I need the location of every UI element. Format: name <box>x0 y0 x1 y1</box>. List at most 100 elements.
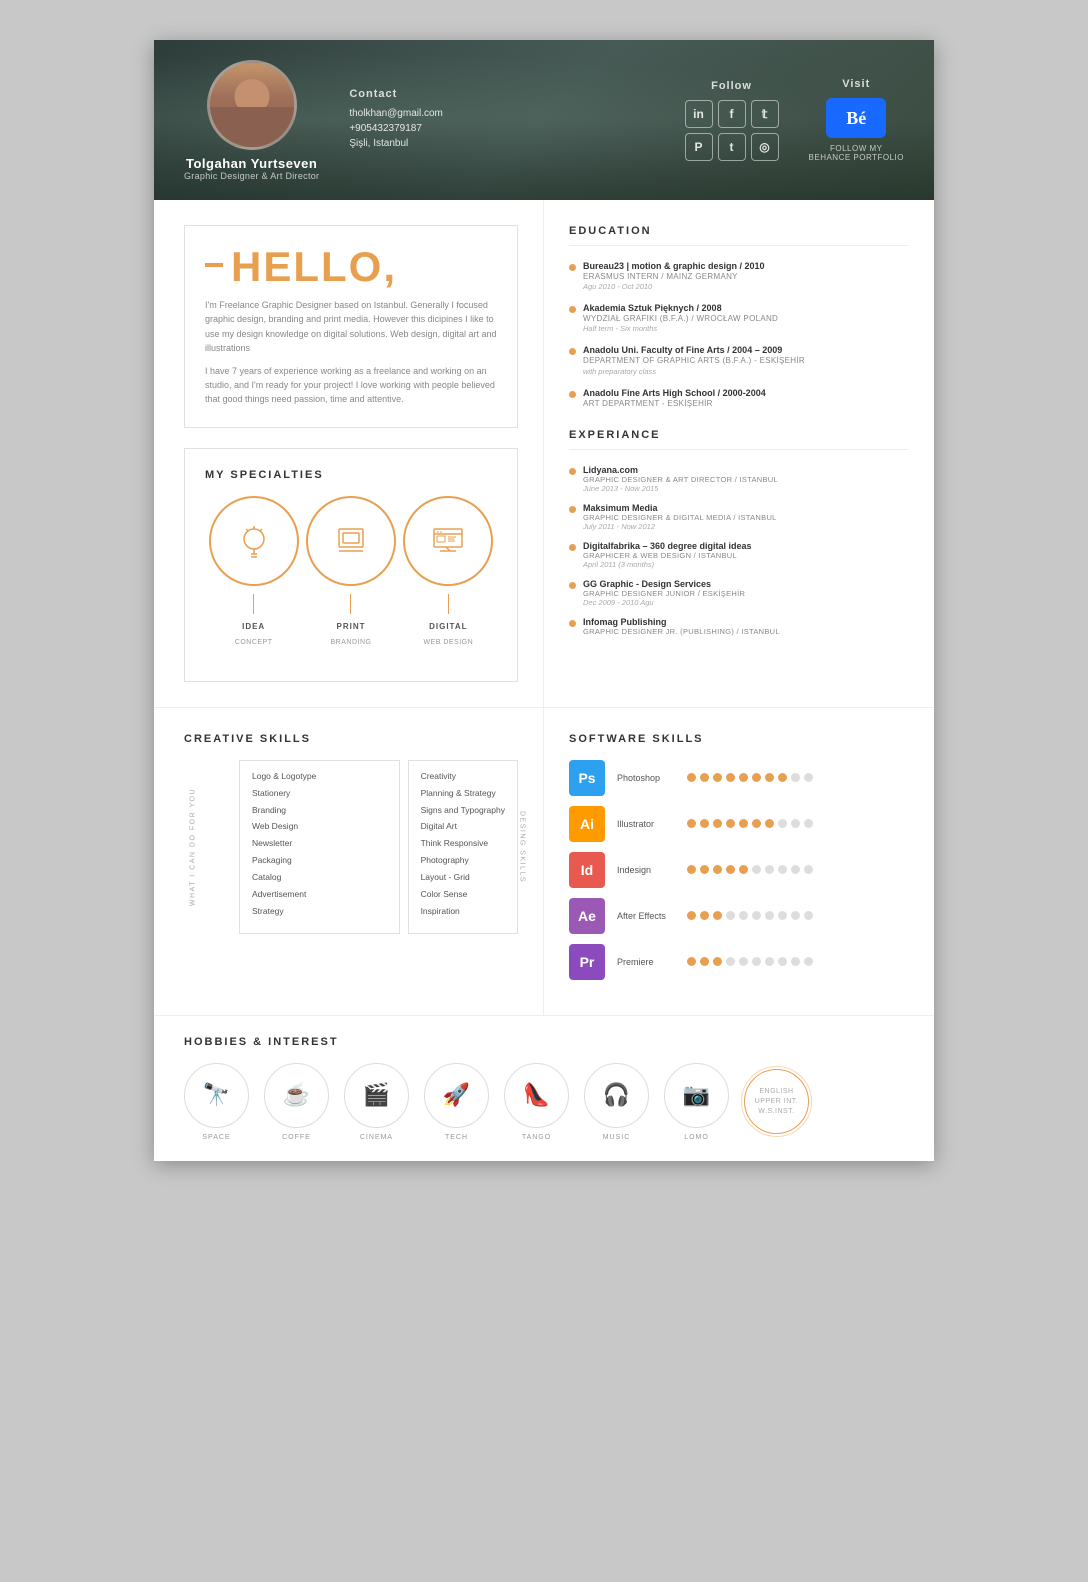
behance-text: FOLLOW MYBEHANCE PORTFOLIO <box>809 144 904 162</box>
skill-catalog: Catalog <box>252 872 387 884</box>
ae-dots <box>687 911 813 920</box>
edu-dot <box>569 348 576 355</box>
specialty-digital: DIGITAL WEB DESIGN <box>403 496 493 646</box>
linkedin-icon[interactable]: in <box>685 100 713 128</box>
specialty-line <box>253 594 254 614</box>
bio-text-1: I'm Freelance Graphic Designer based on … <box>205 298 497 356</box>
hello-dash <box>205 263 223 267</box>
software-skills-title: SOFTWARE SKILLS <box>569 733 909 745</box>
skill-color: Color Sense <box>421 889 505 901</box>
ai-name: Illustrator <box>617 819 687 829</box>
software-skills-section: SOFTWARE SKILLS Ps Photoshop Ai Illustra… <box>544 708 934 1015</box>
specialty-print: PRINT BRANDING <box>306 496 396 646</box>
hobbies-title: HOBBIES & INTEREST <box>184 1036 904 1048</box>
tech-label: TECH <box>445 1134 468 1141</box>
idea-icon <box>209 496 299 586</box>
facebook-icon[interactable]: f <box>718 100 746 128</box>
skill-digital-art: Digital Art <box>421 821 505 833</box>
digital-sublabel: WEB DESIGN <box>423 639 473 646</box>
visit-section: Visit Bé FOLLOW MYBEHANCE PORTFOLIO <box>809 78 904 162</box>
skill-logo: Logo & Logotype <box>252 771 387 783</box>
left-column: HELLO, I'm Freelance Graphic Designer ba… <box>154 200 544 707</box>
tango-icon: 👠 <box>504 1063 569 1128</box>
id-icon: Id <box>569 852 605 888</box>
exp-item-5: Infomag Publishing GRAPHIC DESIGNER JR. … <box>569 617 909 636</box>
ps-icon: Ps <box>569 760 605 796</box>
instagram-icon[interactable]: ◎ <box>751 133 779 161</box>
ps-dots <box>687 773 813 782</box>
sw-photoshop: Ps Photoshop <box>569 760 909 796</box>
specialties-icons: IDEA CONCEPT PRINT BRA <box>205 496 497 646</box>
skill-stationery: Stationery <box>252 788 387 800</box>
hobbies-section: HOBBIES & INTEREST 🔭 SPACE ☕ COFFE 🎬 CIN… <box>154 1015 934 1161</box>
edu-dot <box>569 306 576 313</box>
behance-icon[interactable]: Bé <box>826 98 886 138</box>
pr-dots <box>687 957 813 966</box>
lomo-label: LOMO <box>684 1134 709 1141</box>
creative-skills-section: CREATIVE SKILLS WHAT I CAN DO FOR YOU Lo… <box>154 708 544 1015</box>
space-label: SPACE <box>202 1134 230 1141</box>
specialties-section: MY SPECIALTIES <box>184 448 518 682</box>
tech-icon: 🚀 <box>424 1063 489 1128</box>
hobby-tango: 👠 TANGO <box>504 1063 569 1141</box>
phone: +905432379187 <box>349 123 664 134</box>
exp-item-2: Maksimum Media GRAPHIC DESIGNER & DIGITA… <box>569 503 909 531</box>
lomo-icon: 📷 <box>664 1063 729 1128</box>
language-text: ENGLISHUPPER INT.W.S.INST. <box>755 1087 799 1116</box>
location: Şişli, Istanbul <box>349 138 664 149</box>
specialties-title: MY SPECIALTIES <box>205 469 497 481</box>
language-circle: ENGLISHUPPER INT.W.S.INST. <box>744 1069 809 1134</box>
sw-premiere: Pr Premiere <box>569 944 909 980</box>
education-title: EDUCATION <box>569 225 909 246</box>
person-name: Tolgahan Yurtseven <box>184 156 319 171</box>
skill-creativity: Creativity <box>421 771 505 783</box>
tumblr-icon[interactable]: t <box>718 133 746 161</box>
skill-inspiration: Inspiration <box>421 906 505 918</box>
twitter-icon[interactable]: 𝕥 <box>751 100 779 128</box>
avatar <box>207 60 297 150</box>
hobby-music: 🎧 MUSIC <box>584 1063 649 1141</box>
social-icons: in f 𝕥 P t ◎ <box>685 100 779 161</box>
digital-label: DIGITAL <box>429 622 467 631</box>
print-sublabel: BRANDING <box>331 639 372 646</box>
specialty-line <box>448 594 449 614</box>
header-section: Tolgahan Yurtseven Graphic Designer & Ar… <box>154 40 934 200</box>
skill-newsletter: Newsletter <box>252 838 387 850</box>
skill-planning: Planning & Strategy <box>421 788 505 800</box>
cinema-label: CINEMA <box>360 1134 393 1141</box>
name-title: Tolgahan Yurtseven Graphic Designer & Ar… <box>184 156 319 181</box>
skill-layout: Layout - Grid <box>421 872 505 884</box>
edu-item-3: Anadolu Uni. Faculty of Fine Arts / 2004… <box>569 345 909 375</box>
main-content: HELLO, I'm Freelance Graphic Designer ba… <box>154 200 934 707</box>
ai-dots <box>687 819 813 828</box>
hobby-language: ENGLISHUPPER INT.W.S.INST. <box>744 1069 809 1134</box>
idea-sublabel: CONCEPT <box>235 639 273 646</box>
skill-branding: Branding <box>252 805 387 817</box>
pinterest-icon[interactable]: P <box>685 133 713 161</box>
hobby-space: 🔭 SPACE <box>184 1063 249 1141</box>
education-section: EDUCATION Bureau23 | motion & graphic de… <box>569 225 909 409</box>
skills-col-right: Creativity Planning & Strategy Signs and… <box>408 760 518 934</box>
skill-packaging: Packaging <box>252 855 387 867</box>
exp-item-3: Digitalfabrika – 360 degree digital idea… <box>569 541 909 569</box>
cinema-icon: 🎬 <box>344 1063 409 1128</box>
sw-illustrator: Ai Illustrator <box>569 806 909 842</box>
tango-label: TANGO <box>522 1134 551 1141</box>
ae-icon: Ae <box>569 898 605 934</box>
email: tholkhan@gmail.com <box>349 108 664 119</box>
specialty-line <box>350 594 351 614</box>
follow-label: Follow <box>711 80 752 92</box>
pr-icon: Pr <box>569 944 605 980</box>
print-icon <box>306 496 396 586</box>
contact-label: Contact <box>349 88 664 100</box>
visit-label: Visit <box>842 78 870 90</box>
edu-dot <box>569 264 576 271</box>
experience-title: EXPERIANCE <box>569 429 909 450</box>
id-name: Indesign <box>617 865 687 875</box>
exp-dot <box>569 620 576 627</box>
coffe-label: COFFE <box>282 1134 311 1141</box>
edu-item-4: Anadolu Fine Arts High School / 2000-200… <box>569 388 909 409</box>
ai-icon: Ai <box>569 806 605 842</box>
hobby-cinema: 🎬 CINEMA <box>344 1063 409 1141</box>
pr-name: Premiere <box>617 957 687 967</box>
